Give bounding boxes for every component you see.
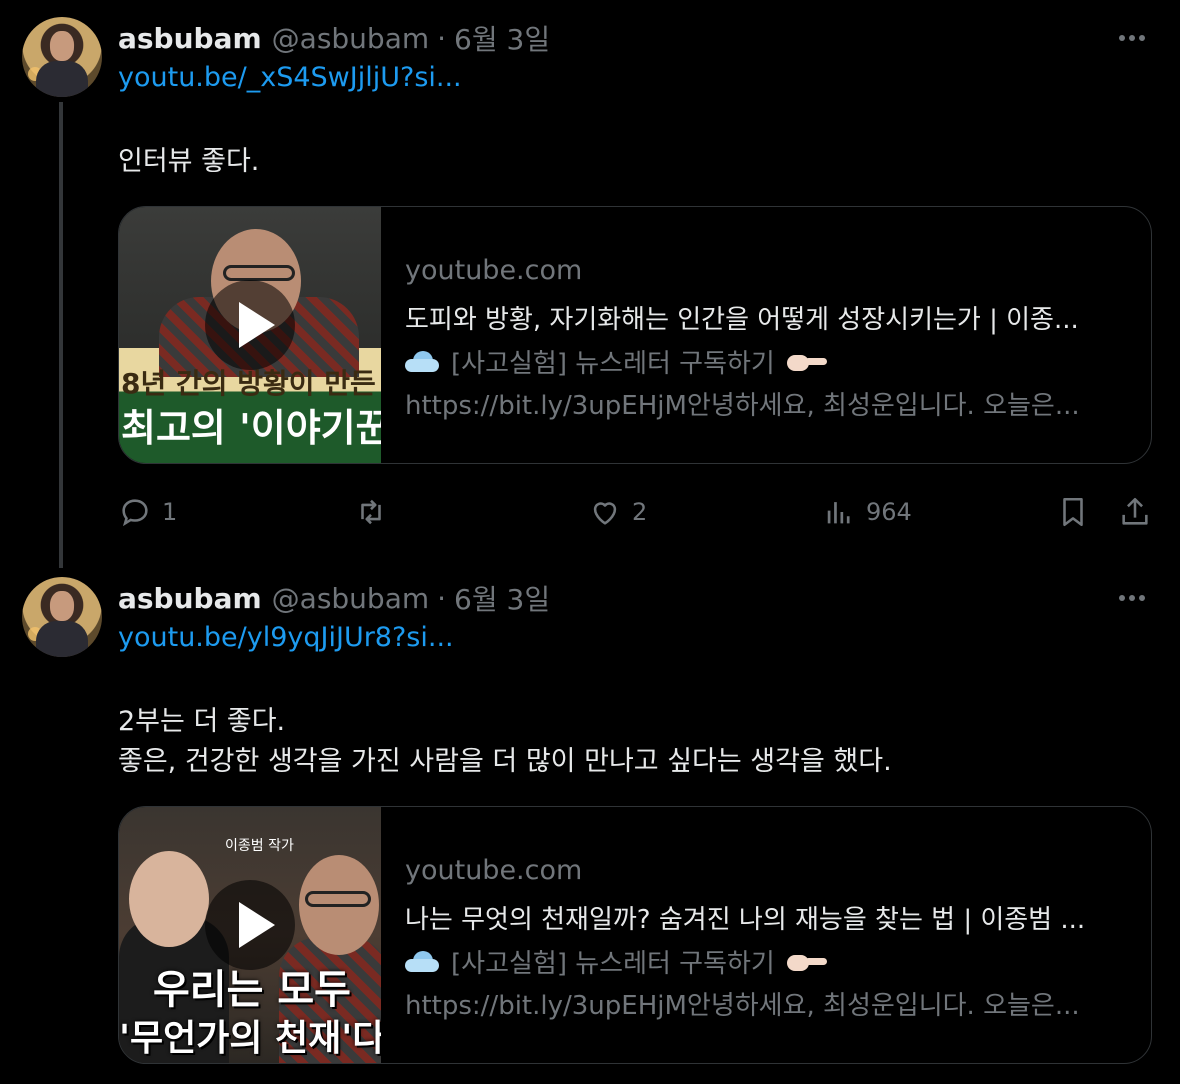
avatar-face [50,31,74,61]
reply-icon [122,499,148,527]
views-icon [827,502,850,524]
bookmark-icon [1063,497,1083,527]
tweet-link[interactable]: youtu.be/_xS4SwJjljU?si... [118,62,462,93]
tweet-header: asbubam @asbubam · 6월 3일 [118,578,550,618]
avatar-face [50,591,74,621]
header-separator: · [437,21,447,55]
card-domain: youtube.com [405,855,583,886]
card-description-line2: https://bit.ly/3upEHjM안녕하세요, 최성운입니다. 오늘은… [405,991,1080,1021]
card-description-line1: [사고실험] 뉴스레터 구독하기 [405,343,827,380]
link-preview-card[interactable]: 8년 간의 방황이 만든 최고의 '이야기꾼' youtube.com 도피와 … [118,206,1152,464]
thumb-glasses [305,891,371,907]
thought-balloon-icon [405,350,439,373]
like-count: 2 [632,498,648,526]
retweet-button[interactable] [354,492,398,532]
heart-icon [593,502,617,525]
author-name[interactable]: asbubam [118,582,262,615]
tweet-link[interactable]: youtu.be/yl9yqJiJUr8?si... [118,622,454,653]
views-button[interactable]: 964 [822,492,912,532]
tweet-date[interactable]: 6월 3일 [454,578,550,618]
author-handle[interactable]: @asbubam [272,22,429,55]
card-title: 도피와 방황, 자기화해는 인간을 어떻게 성장시키는가 | 이종... [405,305,1079,335]
tweet-text-line: 2부는 더 좋다. [118,706,286,737]
tweet-date[interactable]: 6월 3일 [454,18,550,58]
thought-balloon-icon [405,950,439,973]
tweet-text-line: 인터뷰 좋다. [118,146,260,177]
thumb-caption-top: 8년 간의 방황이 만든 [121,367,376,400]
tweet-text: 2부는 더 좋다. 좋은, 건강한 생각을 가진 사람을 더 많이 만나고 싶다… [118,702,892,782]
share-icon [1122,497,1148,525]
thumb-author-label: 이종범 작가 [225,838,294,854]
play-icon[interactable] [205,279,295,370]
avatar-body [36,621,88,657]
author-handle[interactable]: @asbubam [272,582,429,615]
pointing-hand-icon [786,351,827,373]
reply-button[interactable]: 1 [118,492,177,532]
video-thumbnail[interactable]: 8년 간의 방황이 만든 최고의 '이야기꾼' [119,207,381,463]
card-description-line1: [사고실험] 뉴스레터 구독하기 [405,943,827,980]
card-description-text: [사고실험] 뉴스레터 구독하기 [451,949,775,979]
reply-count: 1 [162,498,178,526]
tweet-text: 인터뷰 좋다. [118,142,259,182]
more-options-icon[interactable] [1112,578,1152,618]
more-options-icon[interactable] [1112,18,1152,58]
like-button[interactable]: 2 [588,492,647,532]
thumb-person-left-head [129,851,209,947]
play-icon[interactable] [205,879,295,970]
avatar-body [36,61,88,97]
link-preview-card[interactable]: 이종범 작가 우리는 모두 '무언가의 천재'다 youtube.com 나는 … [118,806,1152,1064]
avatar[interactable] [22,17,102,97]
author-name[interactable]: asbubam [118,22,262,55]
card-description-line2: https://bit.ly/3upEHjM안녕하세요, 최성운입니다. 오늘은… [405,391,1080,421]
card-title: 나는 무엇의 천재일까? 숨겨진 나의 재능을 찾는 법 | 이종범 ... [405,905,1086,935]
thread-connector-line [59,102,63,568]
tweet-1[interactable]: asbubam @asbubam · 6월 3일 youtu.be/_xS4Sw… [0,0,1180,568]
view-count: 964 [866,498,912,526]
header-separator: · [437,581,447,615]
retweet-icon [361,499,381,525]
thumb-glasses [223,265,295,281]
thumb-caption-bottom: 최고의 '이야기꾼' [121,406,381,450]
tweet-header: asbubam @asbubam · 6월 3일 [118,18,550,58]
thumb-caption-bottom: '무언가의 천재'다 [119,1018,381,1059]
share-button[interactable] [1118,492,1152,532]
pointing-hand-icon [786,951,827,973]
tweet-actions: 1 2 964 [118,492,1158,532]
avatar[interactable] [22,577,102,657]
tweet-text-line: 좋은, 건강한 생각을 가진 사람을 더 많이 만나고 싶다는 생각을 했다. [118,746,892,777]
card-description-text: [사고실험] 뉴스레터 구독하기 [451,349,775,379]
card-domain: youtube.com [405,255,583,286]
video-thumbnail[interactable]: 이종범 작가 우리는 모두 '무언가의 천재'다 [119,807,381,1063]
bookmark-button[interactable] [1056,492,1090,532]
tweet-2[interactable]: asbubam @asbubam · 6월 3일 youtu.be/yl9yqJ… [0,560,1180,1084]
